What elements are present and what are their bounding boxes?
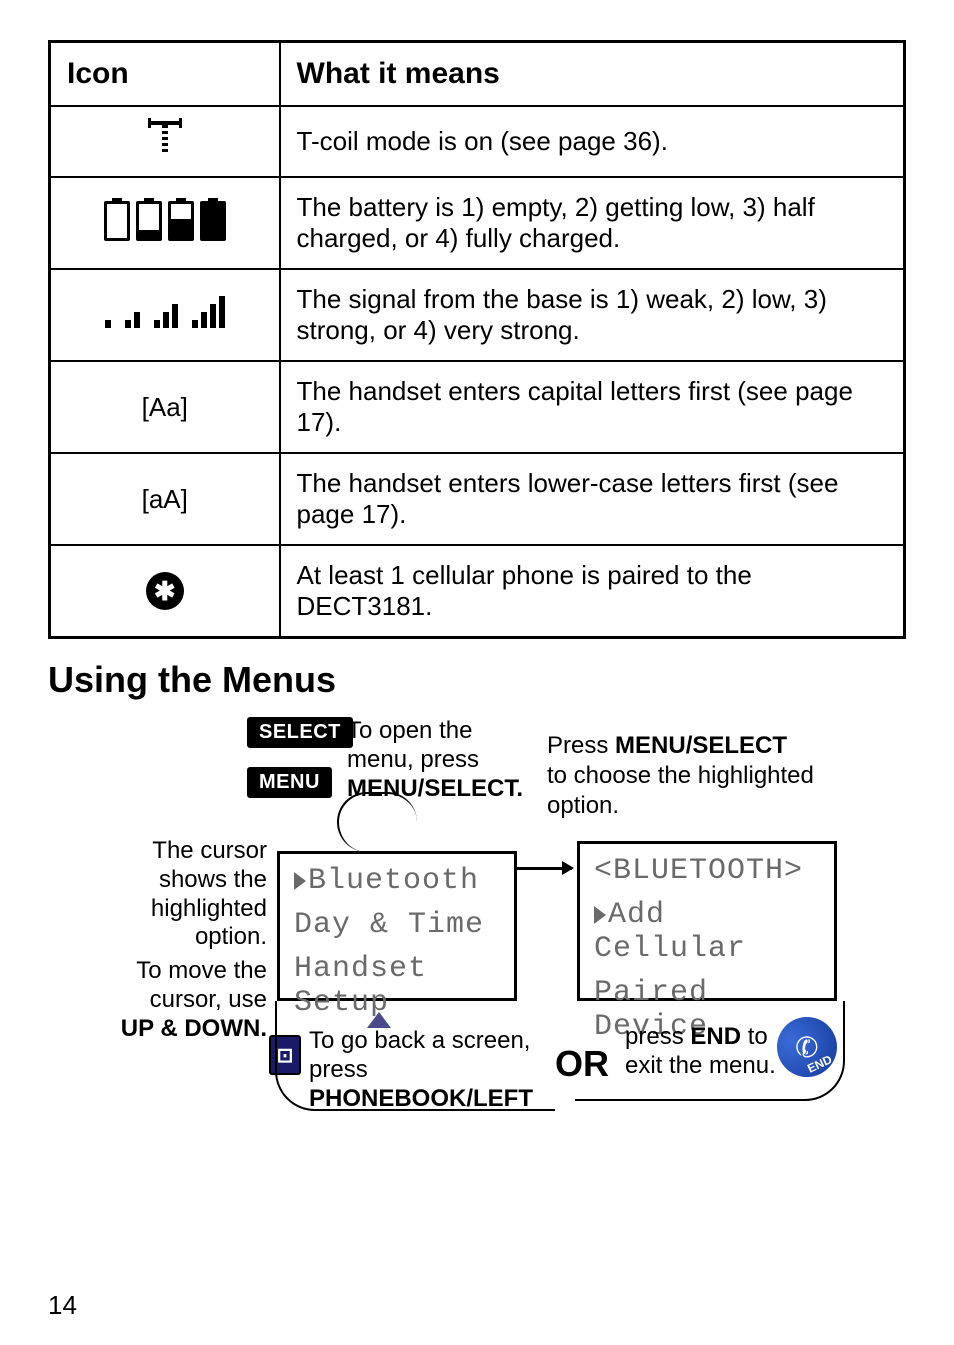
signal-desc: The signal from the base is 1) weak, 2) … bbox=[280, 269, 905, 361]
aA-desc: The handset enters lower-case letters fi… bbox=[280, 453, 905, 545]
bluetooth-icon: ✱ bbox=[146, 572, 184, 610]
Aa-icon: [Aa] bbox=[50, 361, 280, 453]
screen1-line1: Bluetooth bbox=[294, 864, 500, 898]
battery-desc: The battery is 1) empty, 2) getting low,… bbox=[280, 177, 905, 269]
tcoil-icon bbox=[50, 106, 280, 177]
battery-empty-icon bbox=[104, 201, 130, 241]
cursor-icon bbox=[594, 906, 606, 924]
signal-very-strong-icon bbox=[192, 296, 225, 328]
signal-icons bbox=[50, 269, 280, 361]
bluetooth-icon-cell: ✱ bbox=[50, 545, 280, 638]
screen-right: <BLUETOOTH> Add Cellular Paired Device bbox=[577, 841, 837, 1001]
using-menus-heading: Using the Menus bbox=[48, 659, 906, 701]
signal-strong-icon bbox=[154, 304, 178, 328]
menu-diagram: SELECT MENU To open the menu, press MENU… bbox=[107, 717, 847, 1197]
page-number: 14 bbox=[48, 1290, 77, 1321]
table-row: [Aa] The handset enters capital letters … bbox=[50, 361, 905, 453]
press-select-bold: MENU/SELECT bbox=[615, 732, 787, 759]
Aa-desc: The handset enters capital letters first… bbox=[280, 361, 905, 453]
cursor-icon bbox=[294, 872, 306, 890]
header-icon: Icon bbox=[50, 42, 280, 107]
battery-icon-set bbox=[104, 201, 226, 241]
antenna-icon bbox=[151, 121, 179, 155]
screen2-line1: <BLUETOOTH> bbox=[594, 854, 820, 888]
press-select-post: to choose the highlighted option. bbox=[547, 762, 814, 819]
signal-low-icon bbox=[125, 312, 140, 328]
icon-meaning-table: Icon What it means T-coil mode is on (se… bbox=[48, 40, 906, 639]
move-cursor-text: To move the cursor, use bbox=[136, 957, 267, 1013]
connector-line-right bbox=[575, 1001, 845, 1101]
cursor-explainer-text: The cursor shows the highlighted option. bbox=[151, 837, 267, 950]
table-row: The battery is 1) empty, 2) getting low,… bbox=[50, 177, 905, 269]
table-row: The signal from the base is 1) weak, 2) … bbox=[50, 269, 905, 361]
bluetooth-desc: At least 1 cellular phone is paired to t… bbox=[280, 545, 905, 638]
tcoil-desc: T-coil mode is on (see page 36). bbox=[280, 106, 905, 177]
signal-icon-set bbox=[105, 296, 225, 328]
battery-full-icon bbox=[200, 201, 226, 241]
table-row: ✱ At least 1 cellular phone is paired to… bbox=[50, 545, 905, 638]
aA-icon: [aA] bbox=[50, 453, 280, 545]
open-menu-text: To open the menu, press bbox=[347, 717, 479, 773]
table-header-row: Icon What it means bbox=[50, 42, 905, 107]
select-key-label: SELECT bbox=[247, 717, 353, 748]
battery-icons bbox=[50, 177, 280, 269]
connector-line-left bbox=[275, 1001, 555, 1111]
table-row: [aA] The handset enters lower-case lette… bbox=[50, 453, 905, 545]
table-row: T-coil mode is on (see page 36). bbox=[50, 106, 905, 177]
menu-key-label: MENU bbox=[247, 767, 332, 798]
screen1-line2: Day & Time bbox=[294, 908, 500, 942]
screen-left: Bluetooth Day & Time Handset Setup bbox=[277, 851, 517, 1001]
connector-line-top bbox=[337, 792, 417, 852]
screen2-line2: Add Cellular bbox=[594, 898, 820, 966]
header-means: What it means bbox=[280, 42, 905, 107]
signal-weak-icon bbox=[105, 320, 111, 328]
press-select-pre: Press bbox=[547, 732, 608, 759]
arrow-right-icon bbox=[517, 867, 572, 870]
battery-half-icon bbox=[168, 201, 194, 241]
move-cursor-bold: UP & DOWN. bbox=[121, 1015, 267, 1042]
battery-low-icon bbox=[136, 201, 162, 241]
